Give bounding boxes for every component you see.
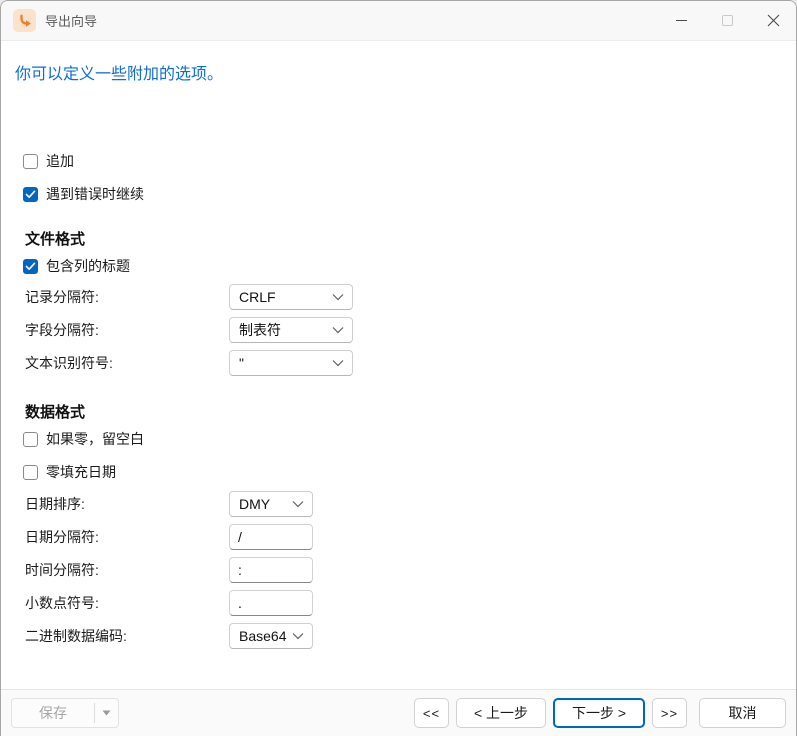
field-delimiter-select[interactable]: 制表符 bbox=[229, 317, 353, 343]
date-order-select[interactable]: DMY bbox=[229, 491, 313, 517]
date-delimiter-label: 日期分隔符: bbox=[25, 527, 229, 547]
date-order-label: 日期排序: bbox=[25, 494, 229, 514]
checkbox-label: 包含列的标题 bbox=[46, 256, 130, 276]
close-button[interactable] bbox=[750, 1, 796, 41]
save-button[interactable]: 保存 bbox=[12, 699, 94, 727]
checkbox-append[interactable]: 追加 bbox=[1, 153, 796, 169]
page-title: 你可以定义一些附加的选项。 bbox=[15, 65, 796, 85]
dropdown-triangle-icon bbox=[102, 710, 111, 716]
chevron-down-icon bbox=[332, 326, 344, 334]
selected-value: CRLF bbox=[239, 289, 276, 305]
chevron-down-icon bbox=[292, 632, 304, 640]
binary-encoding-select[interactable]: Base64 bbox=[229, 623, 313, 649]
record-delimiter-select[interactable]: CRLF bbox=[229, 284, 353, 310]
selected-value: DMY bbox=[239, 496, 270, 512]
save-split-button[interactable]: 保存 bbox=[11, 698, 119, 728]
checkbox-continue-on-error[interactable]: 遇到错误时继续 bbox=[1, 186, 796, 202]
save-dropdown-button[interactable] bbox=[95, 699, 118, 727]
checkbox-label: 追加 bbox=[46, 151, 74, 171]
chevron-down-icon bbox=[332, 359, 344, 367]
section-file-format: 文件格式 bbox=[25, 231, 796, 249]
checkbox-box[interactable] bbox=[23, 465, 38, 480]
checkbox-label: 如果零，留空白 bbox=[46, 429, 144, 449]
check-icon bbox=[25, 262, 36, 271]
selected-value: " bbox=[239, 355, 244, 371]
footer: 保存 << < 上一步 下一步 > >> 取消 bbox=[1, 689, 796, 736]
checkbox-label: 零填充日期 bbox=[46, 462, 116, 482]
checkbox-include-column-titles[interactable]: 包含列的标题 bbox=[1, 258, 796, 274]
decimal-symbol-input[interactable] bbox=[229, 590, 313, 616]
selected-value: Base64 bbox=[239, 628, 286, 644]
titlebar: 导出向导 bbox=[1, 1, 796, 41]
export-arrow-icon bbox=[13, 9, 36, 32]
maximize-button[interactable] bbox=[704, 1, 750, 41]
chevron-down-icon bbox=[292, 500, 304, 508]
time-delimiter-input[interactable] bbox=[229, 557, 313, 583]
checkbox-box[interactable] bbox=[23, 259, 38, 274]
chevron-down-icon bbox=[332, 293, 344, 301]
checkbox-box[interactable] bbox=[23, 187, 38, 202]
cancel-button[interactable]: 取消 bbox=[699, 698, 786, 728]
checkbox-label: 遇到错误时继续 bbox=[46, 184, 144, 204]
decimal-symbol-label: 小数点符号: bbox=[25, 593, 229, 613]
previous-step-button[interactable]: < 上一步 bbox=[456, 698, 546, 728]
last-step-button[interactable]: >> bbox=[652, 698, 687, 728]
field-delimiter-label: 字段分隔符: bbox=[25, 320, 229, 340]
checkbox-blank-if-zero[interactable]: 如果零，留空白 bbox=[1, 431, 796, 447]
selected-value: 制表符 bbox=[239, 320, 281, 340]
section-data-format: 数据格式 bbox=[25, 404, 796, 422]
checkbox-box[interactable] bbox=[23, 154, 38, 169]
text-qualifier-label: 文本识别符号: bbox=[25, 353, 229, 373]
maximize-icon bbox=[722, 15, 733, 26]
minimize-icon bbox=[676, 20, 687, 21]
checkbox-box[interactable] bbox=[23, 432, 38, 447]
next-step-button[interactable]: 下一步 > bbox=[553, 698, 645, 728]
record-delimiter-label: 记录分隔符: bbox=[25, 287, 229, 307]
minimize-button[interactable] bbox=[658, 1, 704, 41]
binary-encoding-label: 二进制数据编码: bbox=[25, 626, 229, 646]
close-icon bbox=[767, 14, 780, 27]
time-delimiter-label: 时间分隔符: bbox=[25, 560, 229, 580]
check-icon bbox=[25, 190, 36, 199]
text-qualifier-select[interactable]: " bbox=[229, 350, 353, 376]
export-wizard-window: 导出向导 你可以定义一些附加的选项。 追加 遇到错误时继续 文件格式 bbox=[0, 0, 797, 736]
first-step-button[interactable]: << bbox=[414, 698, 449, 728]
date-delimiter-input[interactable] bbox=[229, 524, 313, 550]
window-title: 导出向导 bbox=[45, 11, 658, 30]
checkbox-zero-pad-date[interactable]: 零填充日期 bbox=[1, 464, 796, 480]
